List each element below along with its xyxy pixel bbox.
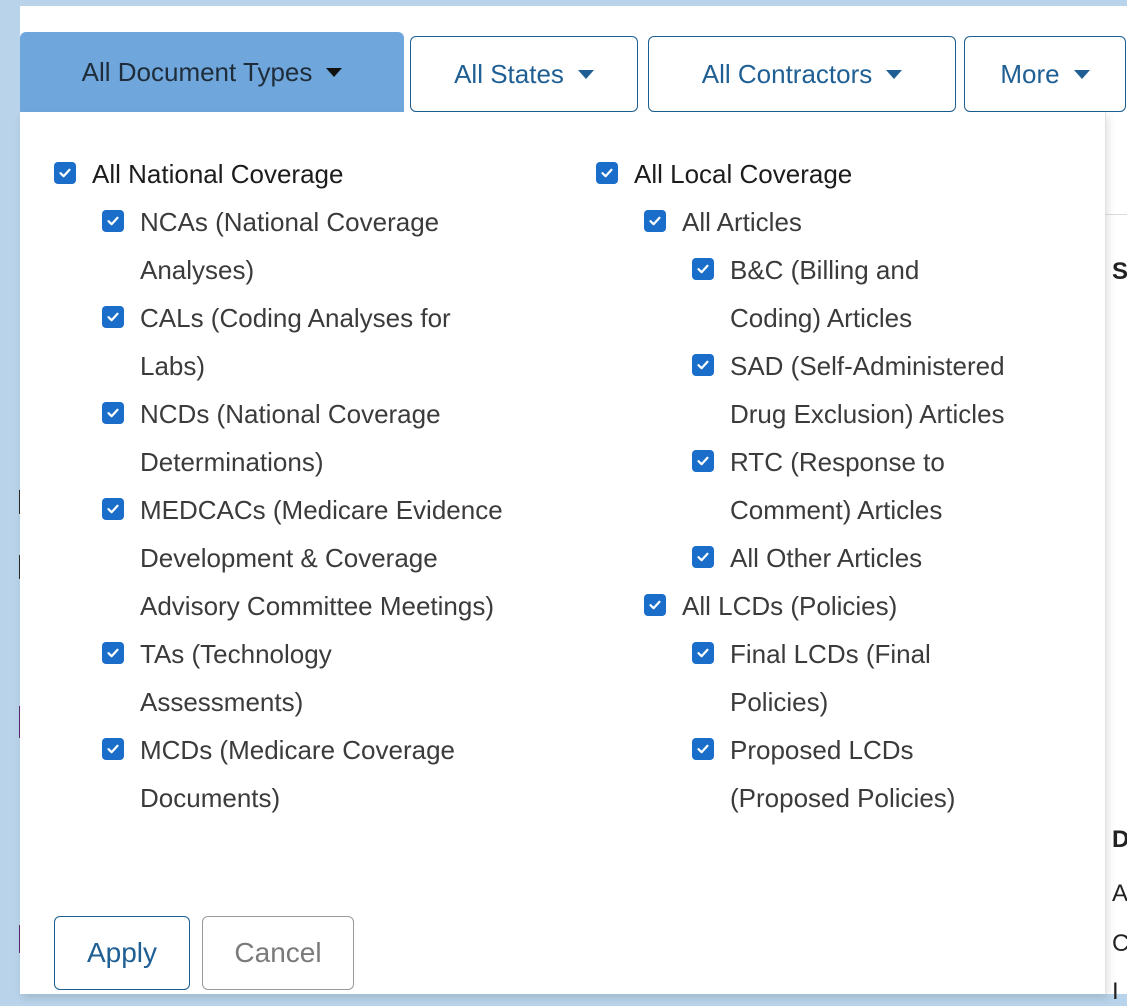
checkbox-mcds[interactable]: MCDs (Medicare Coverage Documents) [54,726,554,822]
checkbox-checked-icon[interactable] [102,642,124,664]
background-text-letter: A [1112,880,1127,907]
caret-down-icon [326,67,343,77]
checkbox-label: All Other Articles [730,543,923,573]
apply-button[interactable]: Apply [54,916,190,990]
checkbox-ncds[interactable]: NCDs (National Coverage Determinations) [54,390,554,486]
checkbox-tas[interactable]: TAs (Technology Assessments) [54,630,554,726]
checkbox-checked-icon[interactable] [102,402,124,424]
checkbox-label: All LCDs (Policies) [682,591,898,621]
checkbox-label: NCAs (National Coverage Analyses) [140,207,440,285]
checkbox-label: Final LCDs (Final Policies) [730,639,931,717]
checkbox-checked-icon[interactable] [102,738,124,760]
background-text-letter: C [1112,930,1127,957]
background-heading-letter: S [1112,258,1127,285]
checkbox-checked-icon[interactable] [692,546,714,568]
checkbox-all-national-coverage[interactable]: All National Coverage [54,150,554,198]
background-text-letter: I [1112,978,1119,1005]
checkbox-checked-icon[interactable] [644,210,666,232]
checkbox-label: TAs (Technology Assessments) [140,639,332,717]
checkbox-ncas[interactable]: NCAs (National Coverage Analyses) [54,198,554,294]
states-filter-button[interactable]: All States [410,36,638,112]
checkbox-rtc-articles[interactable]: RTC (Response to Comment) Articles [596,438,1076,534]
document-types-dropdown: All National Coverage NCAs (National Cov… [20,112,1106,994]
checkbox-cals[interactable]: CALs (Coding Analyses for Labs) [54,294,554,390]
more-label: More [1000,58,1060,89]
caret-down-icon [886,69,903,79]
checkbox-label: MEDCACs (Medicare Evidence Development &… [140,495,503,621]
checkbox-label: RTC (Response to Comment) Articles [730,447,945,525]
document-types-filter-button[interactable]: All Document Types [20,32,404,112]
checkbox-checked-icon[interactable] [102,306,124,328]
checkbox-checked-icon[interactable] [102,210,124,232]
checkbox-all-lcds[interactable]: All LCDs (Policies) [596,582,1076,630]
checkbox-checked-icon[interactable] [692,258,714,280]
checkbox-all-articles[interactable]: All Articles [596,198,1076,246]
checkbox-all-other-articles[interactable]: All Other Articles [596,534,1076,582]
cancel-button[interactable]: Cancel [202,916,354,990]
checkbox-label: All National Coverage [92,159,344,189]
checkbox-checked-icon[interactable] [102,498,124,520]
checkbox-sad-articles[interactable]: SAD (Self-Administered Drug Exclusion) A… [596,342,1076,438]
checkbox-checked-icon[interactable] [692,738,714,760]
checkbox-medcacs[interactable]: MEDCACs (Medicare Evidence Development &… [54,486,554,630]
checkbox-bc-articles[interactable]: B&C (Billing and Coding) Articles [596,246,1076,342]
contractors-filter-button[interactable]: All Contractors [648,36,956,112]
checkbox-label: CALs (Coding Analyses for Labs) [140,303,451,381]
local-coverage-column: All Local Coverage All Articles B&C (Bil… [596,150,1076,822]
checkbox-checked-icon[interactable] [596,162,618,184]
checkbox-label: Proposed LCDs (Proposed Policies) [730,735,956,813]
checkbox-label: MCDs (Medicare Coverage Documents) [140,735,455,813]
checkbox-label: NCDs (National Coverage Determinations) [140,399,441,477]
checkbox-final-lcds[interactable]: Final LCDs (Final Policies) [596,630,1076,726]
background-divider [1106,214,1127,215]
document-types-label: All Document Types [81,56,313,87]
checkbox-label: SAD (Self-Administered Drug Exclusion) A… [730,351,1005,429]
checkbox-checked-icon[interactable] [692,450,714,472]
states-label: All States [454,58,564,89]
checkbox-checked-icon[interactable] [644,594,666,616]
checkbox-all-local-coverage[interactable]: All Local Coverage [596,150,1076,198]
checkbox-checked-icon[interactable] [692,642,714,664]
caret-down-icon [577,69,594,79]
national-coverage-column: All National Coverage NCAs (National Cov… [54,150,554,822]
more-filter-button[interactable]: More [964,36,1126,112]
contractors-label: All Contractors [701,58,873,89]
checkbox-checked-icon[interactable] [54,162,76,184]
checkbox-label: All Articles [682,207,802,237]
caret-down-icon [1073,69,1090,79]
checkbox-checked-icon[interactable] [692,354,714,376]
checkbox-label: B&C (Billing and Coding) Articles [730,255,920,333]
checkbox-proposed-lcds[interactable]: Proposed LCDs (Proposed Policies) [596,726,1076,822]
checkbox-label: All Local Coverage [634,159,853,189]
background-heading-letter: D [1112,826,1127,853]
